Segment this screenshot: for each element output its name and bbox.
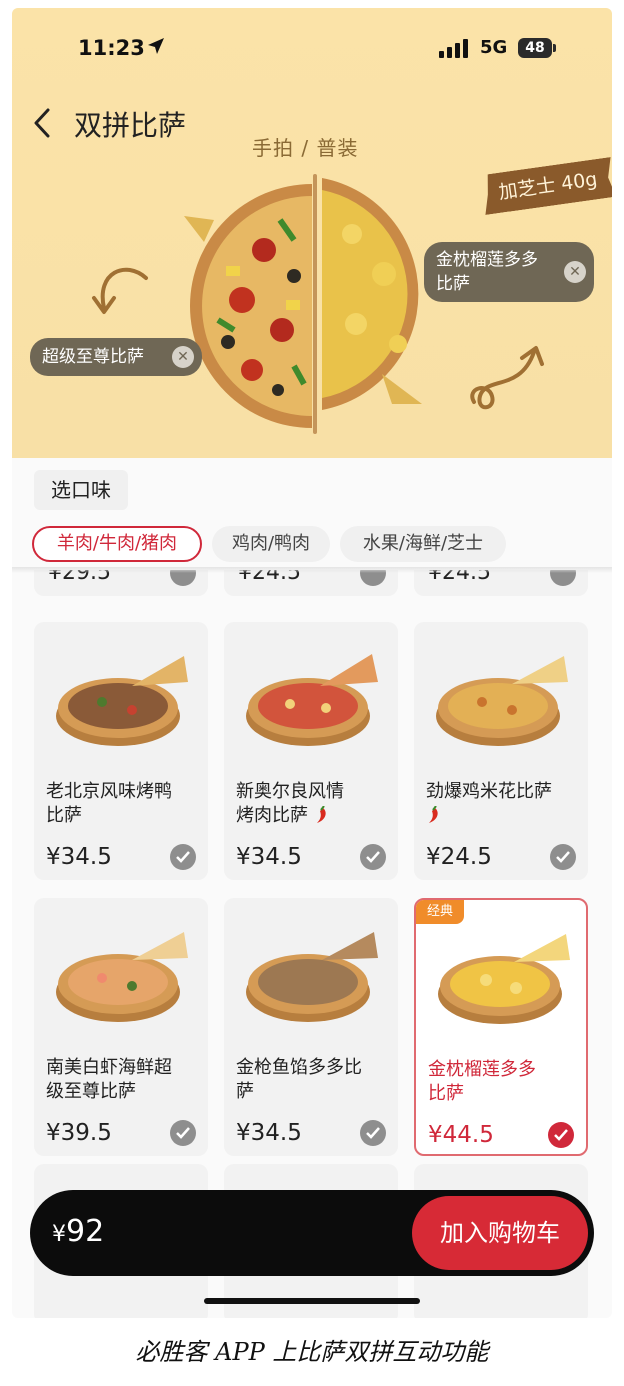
product-name: 金枪鱼馅多多比 萨 [236, 1056, 386, 1104]
select-check-icon[interactable] [360, 1120, 386, 1146]
left-half-name: 超级至尊比萨 [42, 347, 144, 367]
location-arrow-icon [148, 38, 164, 54]
flavor-label: 选口味 [34, 470, 128, 510]
page-title: 双拼比萨 [74, 109, 187, 142]
product-card-selected[interactable]: 经典 金枕榴莲多多 比萨 ¥44.5 [414, 898, 588, 1156]
currency-symbol: ¥ [52, 1222, 66, 1247]
product-name-line2-text: 烤肉比萨 [236, 805, 308, 826]
panel-shadow [12, 567, 612, 573]
product-card[interactable]: 新奥尔良风情 烤肉比萨 ¥34.5 [224, 622, 398, 880]
product-price: ¥34.5 [46, 844, 112, 870]
product-price: ¥34.5 [236, 1120, 302, 1146]
product-name-line2: 烤肉比萨 [236, 804, 386, 828]
chili-pepper-icon [429, 806, 438, 823]
product-price: ¥44.5 [428, 1122, 494, 1148]
half-caption: 手拍 / 普装 [252, 136, 359, 160]
pizza-preview-header: 11:23 5G 48 双拼比萨 手拍 / 普装 加芝士 40g 超级至尊比萨 … [12, 8, 612, 458]
add-to-cart-button[interactable]: 加入购物车 [412, 1196, 588, 1270]
status-bar: 11:23 5G 48 [12, 8, 612, 72]
product-name: 新奥尔良风情 烤肉比萨 [236, 780, 386, 828]
product-name: 金枕榴莲多多 比萨 [428, 1058, 578, 1106]
product-name-line2: 比萨 [46, 805, 82, 826]
product-price: ¥39.5 [46, 1120, 112, 1146]
left-half-pizza-image[interactable] [182, 180, 312, 432]
pizza-image [56, 656, 188, 746]
product-price: ¥34.5 [236, 844, 302, 870]
cart-total-amount: 92 [66, 1214, 105, 1249]
product-name-line1: 金枕榴莲多多 [428, 1059, 536, 1080]
image-caption: 必胜客 APP 上比萨双拼互动功能 [135, 1338, 489, 1366]
select-check-icon[interactable] [170, 844, 196, 870]
pizza-image [436, 656, 568, 746]
category-tab-meat[interactable]: 羊肉/牛肉/猪肉 [32, 526, 202, 562]
curved-arrow-decoration [92, 267, 148, 314]
add-cheese-tag[interactable]: 加芝士 40g [480, 157, 612, 215]
product-name: 劲爆鸡米花比萨 [426, 780, 576, 828]
battery-icon: 48 [518, 38, 552, 58]
product-card[interactable]: 金枪鱼馅多多比 萨 ¥34.5 [224, 898, 398, 1156]
signal-bars-icon [439, 39, 468, 58]
partial-product-card[interactable]: ¥24.5 [224, 570, 398, 596]
product-card[interactable]: 老北京风味烤鸭 比萨 ¥34.5 [34, 622, 208, 880]
selected-check-icon[interactable] [548, 1122, 574, 1148]
category-tab-poultry[interactable]: 鸡肉/鸭肉 [212, 526, 330, 562]
pizza-image [246, 932, 378, 1022]
product-name-line1: 南美白虾海鲜超 [46, 1057, 172, 1078]
cart-total: ¥92 [52, 1214, 104, 1249]
left-half-chip[interactable]: 超级至尊比萨 ✕ [30, 338, 202, 376]
network-type: 5G [480, 37, 508, 58]
pizza-image [246, 654, 378, 746]
status-time: 11:23 [78, 36, 145, 60]
product-name-line1: 新奥尔良风情 [236, 781, 344, 802]
product-name-line2: 比萨 [428, 1083, 464, 1104]
app-screen: 11:23 5G 48 双拼比萨 手拍 / 普装 加芝士 40g 超级至尊比萨 … [12, 8, 612, 1318]
pizza-image [438, 934, 570, 1024]
select-check-icon[interactable] [550, 844, 576, 870]
flavor-selector: 选口味 羊肉/牛肉/猪肉 鸡肉/鸭肉 水果/海鲜/芝士 [12, 460, 612, 570]
back-arrow-icon[interactable] [30, 106, 54, 140]
remove-right-half-icon[interactable]: ✕ [564, 261, 586, 283]
product-name-line1: 老北京风味烤鸭 [46, 781, 172, 802]
half-divider [313, 174, 317, 434]
product-name-line1: 金枪鱼馅多多比 [236, 1057, 362, 1078]
cart-bar: ¥92 加入购物车 [30, 1190, 594, 1276]
right-half-name-line2: 比萨 [436, 274, 470, 294]
select-check-icon[interactable] [360, 844, 386, 870]
chili-pepper-icon [316, 806, 326, 823]
partial-product-card[interactable]: ¥29.5 [34, 570, 208, 596]
product-name-line2: 级至尊比萨 [46, 1081, 136, 1102]
product-name-line2 [426, 804, 576, 828]
right-half-chip[interactable]: 金枕榴莲多多 比萨 ✕ [424, 242, 594, 302]
partial-product-card[interactable]: ¥24.5 [414, 570, 588, 596]
product-card[interactable]: 劲爆鸡米花比萨 ¥24.5 [414, 622, 588, 880]
remove-left-half-icon[interactable]: ✕ [172, 346, 194, 368]
right-half-name-line1: 金枕榴莲多多 [436, 250, 538, 270]
product-price: ¥24.5 [426, 844, 492, 870]
product-name-line2: 萨 [236, 1081, 254, 1102]
swirl-arrow-decoration [470, 346, 544, 410]
category-tab-fruit-seafood[interactable]: 水果/海鲜/芝士 [340, 526, 506, 562]
product-card[interactable]: 南美白虾海鲜超 级至尊比萨 ¥39.5 [34, 898, 208, 1156]
pizza-image [56, 932, 188, 1022]
battery-tip [553, 44, 556, 52]
home-indicator[interactable] [204, 1298, 420, 1304]
product-name: 南美白虾海鲜超 级至尊比萨 [46, 1056, 196, 1104]
select-check-icon[interactable] [170, 1120, 196, 1146]
product-name-line1: 劲爆鸡米花比萨 [426, 781, 552, 802]
partial-product-row: ¥29.5 ¥24.5 ¥24.5 [12, 570, 612, 600]
product-name: 老北京风味烤鸭 比萨 [46, 780, 196, 828]
